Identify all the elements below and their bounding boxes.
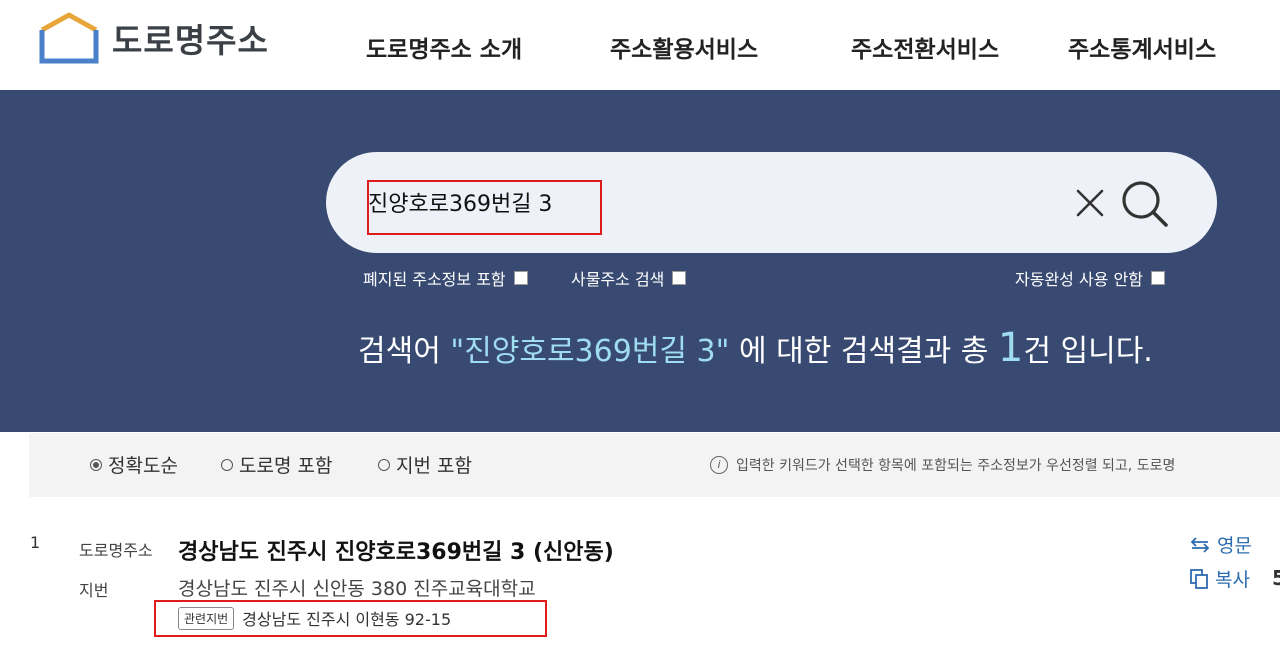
site-header: 도로명주소 도로명주소 소개 주소활용서비스 주소전환서비스 주소통계서비스 [0, 0, 1280, 90]
summary-prefix: 검색어 [358, 334, 451, 369]
sort-road-name-label: 도로명 포함 [239, 455, 333, 477]
nav-conversion-service[interactable]: 주소전환서비스 [851, 30, 999, 64]
search-highlight-box [367, 180, 602, 235]
road-address-label: 도로명주소 [79, 541, 153, 560]
option-abolished-label: 폐지된 주소정보 포함 [363, 270, 506, 289]
clipped-zip-code: 5 [1272, 566, 1280, 590]
logo-text: 도로명주소 [112, 21, 269, 60]
sort-info: i 입력한 키워드가 선택한 항목에 포함되는 주소정보가 우선정렬 되고, 도… [710, 455, 1175, 475]
option-object-address[interactable]: 사물주소 검색 [571, 266, 687, 290]
option-abolished-checkbox[interactable] [513, 271, 528, 285]
option-autocomplete[interactable]: 자동완성 사용 안함 [1015, 266, 1165, 290]
related-highlight-box [154, 600, 547, 637]
sort-jibun[interactable]: 지번 포함 [378, 451, 472, 478]
copy-button[interactable]: 복사 [1190, 565, 1250, 592]
nav-statistics-service[interactable]: 주소통계서비스 [1068, 30, 1216, 64]
radio-selected-icon [90, 458, 102, 471]
summary-count: 1 [997, 325, 1024, 371]
site-logo[interactable]: 도로명주소 [38, 12, 269, 64]
road-address[interactable]: 경상남도 진주시 진양호로369번길 3 (신안동) [178, 534, 614, 566]
summary-suffix: 건 입니다. [1023, 334, 1153, 369]
result-summary: 검색어 "진양호로369번길 3" 에 대한 검색결과 총 1건 입니다. [358, 325, 1153, 371]
search-icon[interactable] [1120, 179, 1170, 229]
summary-mid: 에 대한 검색결과 총 [729, 334, 998, 369]
option-abolished[interactable]: 폐지된 주소정보 포함 [363, 266, 528, 290]
result-number: 1 [30, 533, 41, 552]
option-object-address-label: 사물주소 검색 [571, 270, 665, 289]
copy-label: 복사 [1215, 569, 1250, 591]
clear-icon[interactable] [1074, 187, 1106, 219]
nav-intro[interactable]: 도로명주소 소개 [366, 30, 522, 64]
radio-icon [378, 458, 390, 471]
info-icon: i [710, 456, 728, 474]
sort-accuracy[interactable]: 정확도순 [90, 451, 178, 478]
english-label: 영문 [1217, 535, 1252, 557]
swap-arrows-icon [1190, 536, 1210, 553]
sort-road-name[interactable]: 도로명 포함 [221, 451, 332, 478]
jibun-label: 지번 [79, 581, 109, 600]
nav-usage-service[interactable]: 주소활용서비스 [610, 30, 758, 64]
jibun-address: 경상남도 진주시 신안동 380 진주교육대학교 [178, 578, 536, 600]
house-logo-icon [39, 12, 99, 64]
radio-icon [221, 458, 233, 471]
sort-info-text: 입력한 키워드가 선택한 항목에 포함되는 주소정보가 우선정렬 되고, 도로명 [736, 458, 1176, 474]
option-object-address-checkbox[interactable] [672, 271, 687, 285]
english-address-button[interactable]: 영문 [1190, 531, 1252, 558]
sort-jibun-label: 지번 포함 [396, 455, 472, 477]
sort-filter-bar: 정확도순 도로명 포함 지번 포함 i 입력한 키워드가 선택한 항목에 포함되… [29, 433, 1280, 497]
search-hero: 진양호로369번길 3 폐지된 주소정보 포함 사물주소 검색 자동완성 사용 … [0, 90, 1280, 432]
copy-icon [1190, 568, 1208, 589]
option-autocomplete-checkbox[interactable] [1150, 271, 1165, 285]
option-autocomplete-label: 자동완성 사용 안함 [1015, 270, 1143, 289]
sort-accuracy-label: 정확도순 [108, 455, 178, 477]
summary-query: "진양호로369번길 3" [450, 334, 730, 369]
